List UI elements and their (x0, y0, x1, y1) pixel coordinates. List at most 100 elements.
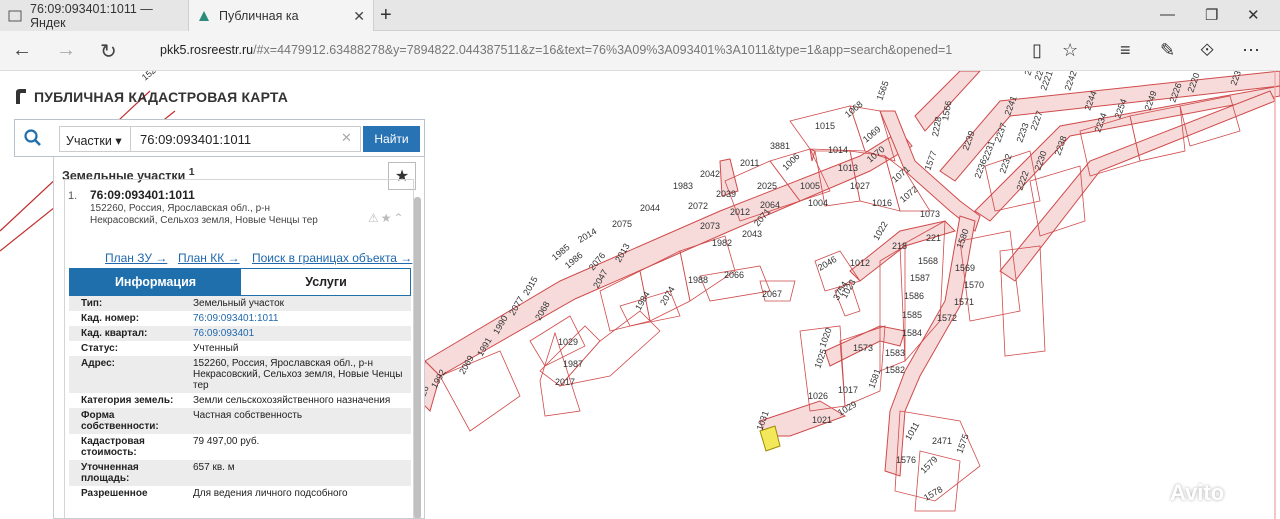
parcel-label[interactable]: 1587 (910, 273, 930, 283)
parcel-label[interactable]: 2471 (932, 436, 952, 446)
parcel-label[interactable]: 1987 (563, 359, 583, 369)
parcel-label[interactable]: 1572 (937, 313, 957, 323)
plan-zu-link[interactable]: План ЗУ → (105, 251, 167, 265)
parcel-label[interactable]: 2014 (576, 226, 598, 245)
parcel-label[interactable]: 1585 (902, 310, 922, 320)
parcel-label[interactable]: 1005 (800, 181, 820, 191)
parcel-label[interactable]: 2232 (997, 152, 1013, 174)
info-value[interactable]: 76:09:093401 (181, 326, 411, 341)
parcel-label[interactable]: 1025 (812, 347, 828, 369)
parcel-label[interactable]: 1565 (874, 79, 890, 101)
parcel-label[interactable]: 2012 (730, 207, 750, 217)
parcel-label[interactable]: 2075 (612, 219, 632, 229)
parcel-label[interactable]: 2072 (688, 201, 708, 211)
parcel-label[interactable]: 1022 (871, 220, 890, 242)
star-icon[interactable]: ★ (381, 211, 394, 225)
parcel-label[interactable]: 221 (926, 233, 941, 243)
parcel-label[interactable]: 1073 (920, 209, 940, 219)
parcel-label[interactable]: 1069 (861, 124, 883, 145)
parcel-label[interactable]: 1021 (812, 415, 832, 425)
restore-icon[interactable]: ❐ (1205, 6, 1218, 24)
chevron-up-icon[interactable]: ⌃ (394, 211, 406, 225)
parcel-label[interactable]: 1571 (954, 297, 974, 307)
forward-icon[interactable]: → (56, 39, 76, 62)
scrollbar[interactable] (414, 197, 421, 518)
search-type-select[interactable]: Участки ▾ (59, 126, 131, 152)
parcel-label[interactable]: 1568 (918, 256, 938, 266)
parcel-label[interactable]: 2039 (716, 189, 736, 199)
parcel-label[interactable]: 1016 (872, 198, 892, 208)
close-tab-icon[interactable]: ✕ (353, 8, 365, 25)
parcel-label[interactable]: 2043 (742, 229, 762, 239)
search-in-bounds-link[interactable]: Поиск в границах объекта → (252, 251, 412, 265)
browser-tab[interactable]: 76:09:093401:1011 — Яндек (0, 0, 188, 31)
parcel-label[interactable]: 2236 (972, 157, 988, 179)
parcel-label[interactable]: 2066 (724, 270, 744, 280)
parcel-label[interactable]: 1014 (828, 145, 848, 155)
clear-icon[interactable]: ✕ (341, 130, 352, 146)
result-cad-number[interactable]: 76:09:093401:1011 (90, 189, 195, 202)
parcel-label[interactable]: 1569 (955, 263, 975, 273)
find-button[interactable]: Найти (363, 126, 420, 152)
parcel-label[interactable]: 1584 (902, 328, 922, 338)
url-field[interactable]: pkk5.rosreestr.ru/#x=4479912.63488278&y=… (160, 43, 952, 57)
favorite-star-icon[interactable]: ☆ (1062, 40, 1078, 61)
reading-view-icon[interactable]: ▯ (1032, 40, 1042, 61)
parcel-label[interactable]: 1573 (853, 343, 873, 353)
parcel-label[interactable]: 1012 (850, 258, 870, 268)
plan-kk-link[interactable]: План КК → (178, 251, 240, 265)
more-icon[interactable]: ⋯ (1242, 40, 1260, 61)
parcel-label[interactable]: 1586 (904, 291, 924, 301)
window-close-icon[interactable]: ✕ (1247, 6, 1260, 24)
search-input[interactable]: 76:09:093401:1011 (131, 126, 361, 152)
parcel-label[interactable]: 1015 (815, 121, 835, 131)
back-icon[interactable]: ← (12, 39, 32, 62)
parcel-label[interactable]: 1029 (558, 337, 578, 347)
parcel-label[interactable]: 2025 (757, 181, 777, 191)
parcel-label[interactable]: 3881 (770, 141, 790, 151)
parcel-label[interactable]: 152601 (140, 71, 169, 83)
parcel-label[interactable]: 1583 (885, 348, 905, 358)
parcel-label[interactable]: 1017 (838, 385, 858, 395)
tab-info[interactable]: Информация (70, 269, 241, 295)
parcel-label[interactable]: 2073 (700, 221, 720, 231)
tab-services[interactable]: Услуги (241, 269, 411, 295)
parcel-label[interactable]: 1577 (922, 149, 938, 171)
share-icon[interactable]: ⟐ (1200, 40, 1214, 61)
parcel-label[interactable]: 2015 (521, 275, 540, 297)
warning-icon[interactable]: ⚠ (368, 211, 381, 225)
parcel-label[interactable]: 1579 (918, 454, 939, 475)
parcel-label[interactable]: 1575 (954, 432, 970, 454)
parcel-label[interactable]: 2046 (816, 254, 838, 273)
parcel-label[interactable]: 1982 (712, 238, 732, 248)
parcel-label[interactable]: 1570 (964, 280, 984, 290)
parcel-label[interactable]: 2042 (700, 169, 720, 179)
parcel-label[interactable]: 1988 (688, 275, 708, 285)
parcel-label[interactable]: 1020 (817, 326, 833, 348)
search-icon[interactable] (23, 128, 43, 148)
parcel-label[interactable]: 2233 (1014, 121, 1030, 143)
parcel-label[interactable]: 1013 (838, 163, 858, 173)
parcel-label[interactable]: 1026 (808, 391, 828, 401)
parcel-label[interactable]: 2242 (1062, 71, 1078, 92)
parcel-label[interactable]: 2011 (740, 158, 759, 168)
parcel-label[interactable]: 1578 (922, 484, 944, 503)
parcel-label[interactable]: 1011 (903, 420, 921, 442)
info-value[interactable]: 76:09:093401:1011 (181, 311, 411, 326)
parcel-label[interactable]: 218 (892, 241, 907, 251)
parcel-label[interactable]: 1983 (673, 181, 693, 191)
parcel-label[interactable]: 2228 (930, 116, 943, 137)
parcel-label[interactable]: 1576 (896, 455, 916, 465)
hub-icon[interactable]: ≡ (1120, 40, 1131, 61)
parcel-label[interactable]: 1006 (780, 151, 801, 172)
browser-tab-active[interactable]: Публичная ка ✕ (188, 0, 374, 31)
parcel-label[interactable]: 2017 (555, 377, 575, 387)
parcel-label[interactable]: 2067 (762, 289, 782, 299)
parcel-label[interactable]: 1984 (633, 290, 652, 312)
parcel-label[interactable]: 1072 (898, 184, 920, 205)
parcel-label[interactable]: 1582 (885, 365, 905, 375)
parcel-label[interactable]: 1004 (808, 198, 828, 208)
refresh-icon[interactable]: ↻ (100, 39, 117, 64)
web-note-icon[interactable]: ✎ (1160, 40, 1175, 61)
parcel-label[interactable]: 2074 (658, 285, 677, 307)
